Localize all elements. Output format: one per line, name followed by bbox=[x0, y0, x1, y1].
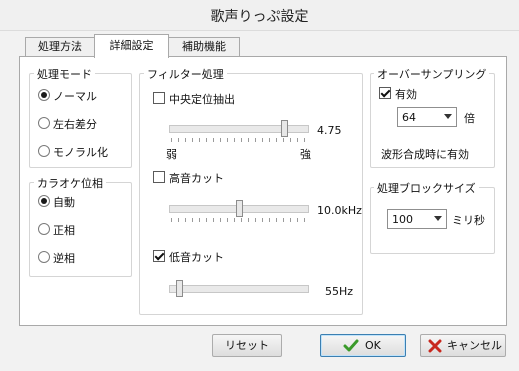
check-icon bbox=[343, 338, 359, 354]
radio-lr-diff-label[interactable]: 左右差分 bbox=[53, 116, 97, 132]
center-extract-label[interactable]: 中央定位抽出 bbox=[169, 91, 235, 107]
cancel-button-label: キャンセル bbox=[447, 339, 502, 352]
radio-normal-label[interactable]: ノーマル bbox=[53, 88, 97, 104]
high-cut-label[interactable]: 高音カット bbox=[169, 170, 224, 186]
center-extract-value: 4.75 bbox=[317, 124, 342, 137]
block-size-select[interactable]: 100 bbox=[387, 209, 447, 229]
chevron-down-icon bbox=[434, 216, 442, 221]
chevron-down-icon bbox=[444, 114, 452, 119]
low-cut-checkbox[interactable] bbox=[153, 250, 165, 262]
low-cut-value: 55Hz bbox=[325, 285, 354, 298]
karaoke-phase-title: カラオケ位相 bbox=[34, 175, 106, 191]
filter-group bbox=[139, 73, 363, 315]
radio-mono-label[interactable]: モノラル化 bbox=[53, 144, 108, 160]
title-bar[interactable]: 歌声りっぷ設定 bbox=[0, 0, 519, 31]
radio-auto[interactable] bbox=[38, 195, 50, 207]
radio-auto-label[interactable]: 自動 bbox=[53, 194, 75, 210]
radio-normal-phase-label[interactable]: 正相 bbox=[53, 222, 75, 238]
reset-button[interactable]: リセット bbox=[212, 334, 282, 357]
radio-reverse-phase[interactable] bbox=[38, 251, 50, 263]
radio-normal-phase[interactable] bbox=[38, 223, 50, 235]
oversampling-title: オーバーサンプリング bbox=[374, 66, 490, 82]
block-size-value: 100 bbox=[392, 213, 413, 226]
high-cut-slider-thumb[interactable] bbox=[236, 200, 243, 217]
processing-mode-title: 処理モード bbox=[34, 66, 95, 82]
center-extract-checkbox[interactable] bbox=[153, 92, 165, 104]
oversampling-enabled-checkbox[interactable] bbox=[379, 87, 391, 99]
radio-normal[interactable] bbox=[38, 89, 50, 101]
tab-auxiliary-functions[interactable]: 補助機能 bbox=[168, 37, 240, 57]
radio-mono[interactable] bbox=[38, 145, 50, 157]
oversampling-factor-unit: 倍 bbox=[464, 112, 475, 125]
low-cut-label[interactable]: 低音カット bbox=[169, 249, 224, 265]
high-cut-checkbox[interactable] bbox=[153, 171, 165, 183]
tab-detail-settings[interactable]: 詳細設定 bbox=[94, 34, 169, 58]
center-extract-max-label: 強 bbox=[300, 148, 311, 161]
oversampling-factor-value: 64 bbox=[402, 111, 416, 124]
close-icon bbox=[428, 339, 442, 353]
oversampling-enabled-label[interactable]: 有効 bbox=[395, 86, 417, 102]
cancel-button[interactable]: キャンセル bbox=[420, 334, 506, 357]
block-size-title: 処理ブロックサイズ bbox=[374, 180, 479, 196]
ok-button[interactable]: OK bbox=[320, 334, 406, 357]
radio-reverse-phase-label[interactable]: 逆相 bbox=[53, 250, 75, 266]
center-extract-slider-ticks bbox=[171, 138, 308, 142]
ok-button-label: OK bbox=[365, 339, 381, 352]
center-extract-slider-track[interactable] bbox=[169, 125, 309, 133]
low-cut-slider-thumb[interactable] bbox=[176, 280, 183, 297]
high-cut-value: 10.0kHz bbox=[317, 204, 362, 217]
oversampling-factor-select[interactable]: 64 bbox=[397, 107, 457, 127]
center-extract-slider-thumb[interactable] bbox=[281, 120, 288, 137]
oversampling-note: 波形合成時に有効 bbox=[381, 148, 469, 161]
block-size-unit: ミリ秒 bbox=[452, 214, 485, 227]
tab-processing-method[interactable]: 処理方法 bbox=[25, 37, 95, 57]
filter-title: フィルター処理 bbox=[144, 66, 227, 82]
high-cut-slider-ticks bbox=[171, 218, 308, 222]
center-extract-min-label: 弱 bbox=[166, 148, 177, 161]
window-title: 歌声りっぷ設定 bbox=[210, 9, 309, 25]
low-cut-slider-track[interactable] bbox=[169, 285, 309, 293]
radio-lr-diff[interactable] bbox=[38, 117, 50, 129]
